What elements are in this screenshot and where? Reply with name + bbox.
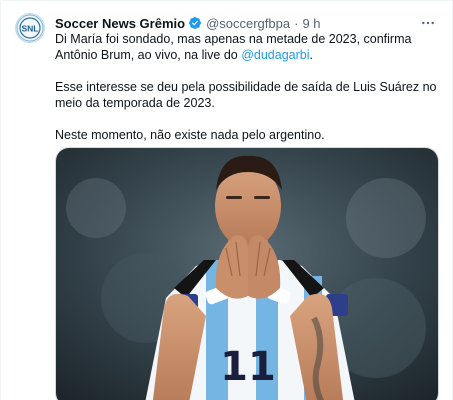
tweet-paragraph-1: Di María foi sondado, mas apenas na meta…: [55, 31, 443, 63]
tweet-header: Soccer News Grêmio @soccergfbpa · 9 h: [55, 14, 321, 32]
tweet-text-part: Di María foi sondado, mas apenas na meta…: [55, 32, 412, 62]
verified-badge-icon: [188, 16, 202, 30]
tweet-paragraph-2: Esse interesse se deu pela possibilidade…: [55, 80, 437, 110]
author-avatar[interactable]: SNL: [15, 13, 45, 43]
tweet-photo[interactable]: 11: [55, 147, 439, 400]
author-display-name[interactable]: Soccer News Grêmio: [55, 16, 185, 31]
mention-link[interactable]: @dudagarbi: [241, 48, 309, 62]
tweet-text: Di María foi sondado, mas apenas na meta…: [55, 31, 443, 159]
tweet-timestamp[interactable]: 9 h: [302, 16, 320, 31]
svg-text:SNL: SNL: [22, 24, 39, 34]
tweet-card[interactable]: SNL Soccer News Grêmio @soccergfbpa · 9 …: [0, 0, 453, 400]
tweet-text-part: .: [309, 48, 313, 62]
jersey-number: 11: [220, 344, 276, 390]
snl-logo-icon: SNL: [16, 14, 44, 42]
tweet-paragraph-3: Neste momento, não existe nada pelo arge…: [55, 128, 325, 142]
more-options-icon[interactable]: [418, 13, 438, 33]
header-separator: ·: [294, 15, 299, 31]
author-handle[interactable]: @soccergfbpa: [206, 16, 290, 31]
player-photo: 11: [56, 148, 438, 400]
